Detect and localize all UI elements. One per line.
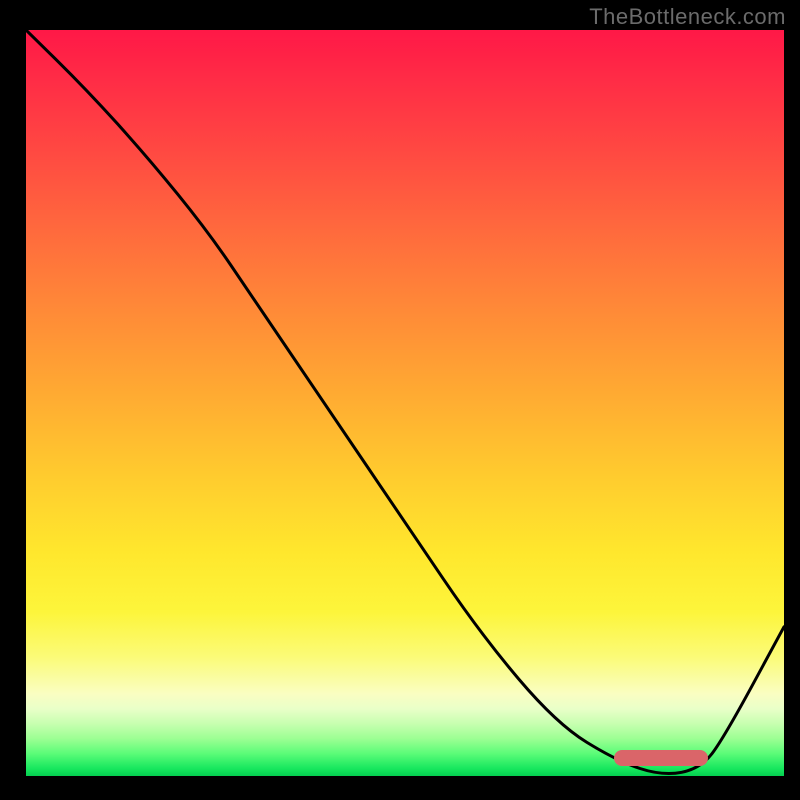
attribution-text: TheBottleneck.com bbox=[589, 4, 786, 30]
optimal-range-marker bbox=[614, 750, 708, 766]
bottleneck-line bbox=[26, 30, 784, 776]
chart-frame: TheBottleneck.com bbox=[0, 0, 800, 800]
plot-area bbox=[26, 30, 784, 776]
